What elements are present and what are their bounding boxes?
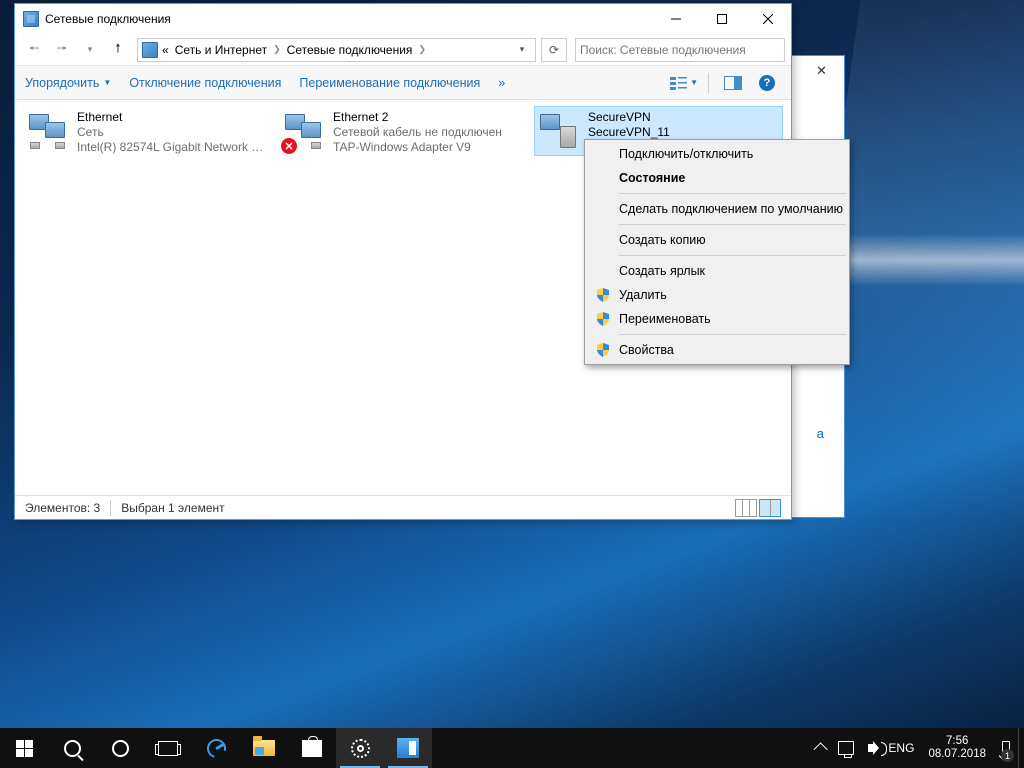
item-count: Элементов: 3 (25, 501, 100, 515)
connection-name: SecureVPN (588, 110, 670, 125)
notification-badge: 1 (1001, 749, 1014, 762)
tray-clock[interactable]: 7:56 08.07.2018 (920, 735, 994, 761)
chevron-right-icon[interactable]: ❯ (416, 44, 428, 55)
connection-item-ethernet2[interactable]: ✕ Ethernet 2 Сетевой кабель не подключен… (279, 106, 528, 159)
organize-menu[interactable]: Упорядочить▼ (25, 76, 111, 90)
menu-separator (619, 224, 846, 225)
menu-separator (619, 193, 846, 194)
cm-set-default[interactable]: Сделать подключением по умолчанию (587, 197, 847, 221)
connection-device: TAP-Windows Adapter V9 (333, 140, 502, 155)
cortana-button[interactable] (96, 728, 144, 768)
breadcrumb-prefix: « (160, 42, 171, 58)
maximize-button[interactable] (699, 4, 745, 34)
address-dropdown-button[interactable]: ▾ (513, 44, 531, 55)
cm-properties[interactable]: Свойства (587, 338, 847, 362)
nav-back-button[interactable]: 🠔 (21, 38, 47, 62)
task-view-button[interactable] (144, 728, 192, 768)
connection-status: Сеть (77, 125, 269, 140)
overflow-button[interactable]: » (498, 76, 505, 90)
selected-count: Выбран 1 элемент (121, 501, 224, 515)
view-details-button[interactable] (735, 499, 757, 517)
cm-status[interactable]: Состояние (587, 166, 847, 190)
context-menu: Подключить/отключить Состояние Сделать п… (584, 139, 850, 365)
taskbar-store[interactable] (288, 728, 336, 768)
view-options-button[interactable]: ▼ (670, 72, 698, 94)
network-adapter-icon (27, 110, 69, 152)
show-desktop-button[interactable] (1018, 728, 1024, 768)
connection-status: SecureVPN_11 (588, 125, 670, 140)
chevron-right-icon[interactable]: ❯ (271, 44, 283, 55)
refresh-button[interactable]: ⟳ (541, 38, 567, 62)
tray-network-icon[interactable] (834, 728, 858, 768)
taskbar: ENG 7:56 08.07.2018 1 (0, 728, 1024, 768)
start-button[interactable] (0, 728, 48, 768)
cm-connect-disconnect[interactable]: Подключить/отключить (587, 142, 847, 166)
action-center-button[interactable]: 1 (994, 728, 1018, 768)
cm-create-shortcut[interactable]: Создать ярлык (587, 259, 847, 283)
view-icons-button[interactable] (759, 499, 781, 517)
uac-shield-icon (595, 287, 611, 303)
tray-overflow-button[interactable] (810, 728, 834, 768)
cm-create-copy[interactable]: Создать копию (587, 228, 847, 252)
preview-pane-button[interactable] (719, 72, 747, 94)
search-placeholder: Поиск: Сетевые подключения (580, 43, 746, 57)
tray-language[interactable]: ENG (882, 741, 920, 755)
vpn-connection-icon (538, 110, 580, 152)
rename-action[interactable]: Переименование подключения (299, 76, 480, 90)
settings-close-button[interactable]: ✕ (799, 56, 844, 86)
nav-recent-dropdown[interactable]: ▾ (77, 38, 103, 62)
uac-shield-icon (595, 311, 611, 327)
cm-rename[interactable]: Переименовать (587, 307, 847, 331)
location-icon (142, 42, 158, 58)
navigation-bar: 🠔 🠖 ▾ 🠕 « Сеть и Интернет ❯ Сетевые подк… (15, 34, 791, 66)
connection-name: Ethernet 2 (333, 110, 502, 125)
nav-up-button[interactable]: 🠕 (105, 38, 131, 62)
menu-separator (619, 255, 846, 256)
tray-date: 08.07.2018 (928, 748, 986, 761)
search-input[interactable]: Поиск: Сетевые подключения (575, 38, 785, 62)
error-overlay-icon: ✕ (281, 138, 297, 154)
window-title: Сетевые подключения (45, 12, 653, 26)
breadcrumb-segment[interactable]: Сетевые подключения (285, 42, 415, 58)
cm-delete[interactable]: Удалить (587, 283, 847, 307)
connection-device: Intel(R) 82574L Gigabit Network C... (77, 140, 269, 155)
help-button[interactable]: ? (753, 72, 781, 94)
system-tray: ENG 7:56 08.07.2018 1 (810, 728, 1024, 768)
close-button[interactable] (745, 4, 791, 34)
taskbar-settings-app[interactable] (336, 728, 384, 768)
taskbar-file-explorer[interactable] (240, 728, 288, 768)
status-bar: Элементов: 3 Выбран 1 элемент (15, 495, 791, 519)
search-button[interactable] (48, 728, 96, 768)
minimize-button[interactable] (653, 4, 699, 34)
uac-shield-icon (595, 342, 611, 358)
tray-volume-icon[interactable] (858, 728, 882, 768)
connection-status: Сетевой кабель не подключен (333, 125, 502, 140)
breadcrumb-segment[interactable]: Сеть и Интернет (173, 42, 269, 58)
nav-forward-button[interactable]: 🠖 (49, 38, 75, 62)
titlebar[interactable]: Сетевые подключения (15, 4, 791, 34)
address-bar[interactable]: « Сеть и Интернет ❯ Сетевые подключения … (137, 38, 536, 62)
menu-separator (619, 334, 846, 335)
network-adapter-disconnected-icon: ✕ (283, 110, 325, 152)
disconnect-action[interactable]: Отключение подключения (129, 76, 281, 90)
connection-item-ethernet[interactable]: Ethernet Сеть Intel(R) 82574L Gigabit Ne… (23, 106, 273, 159)
taskbar-control-panel[interactable] (384, 728, 432, 768)
tray-time: 7:56 (928, 735, 986, 748)
command-bar: Упорядочить▼ Отключение подключения Пере… (15, 66, 791, 100)
connection-name: Ethernet (77, 110, 269, 125)
settings-hint-text: a (817, 426, 824, 441)
taskbar-edge[interactable] (192, 728, 240, 768)
window-icon (23, 11, 39, 27)
